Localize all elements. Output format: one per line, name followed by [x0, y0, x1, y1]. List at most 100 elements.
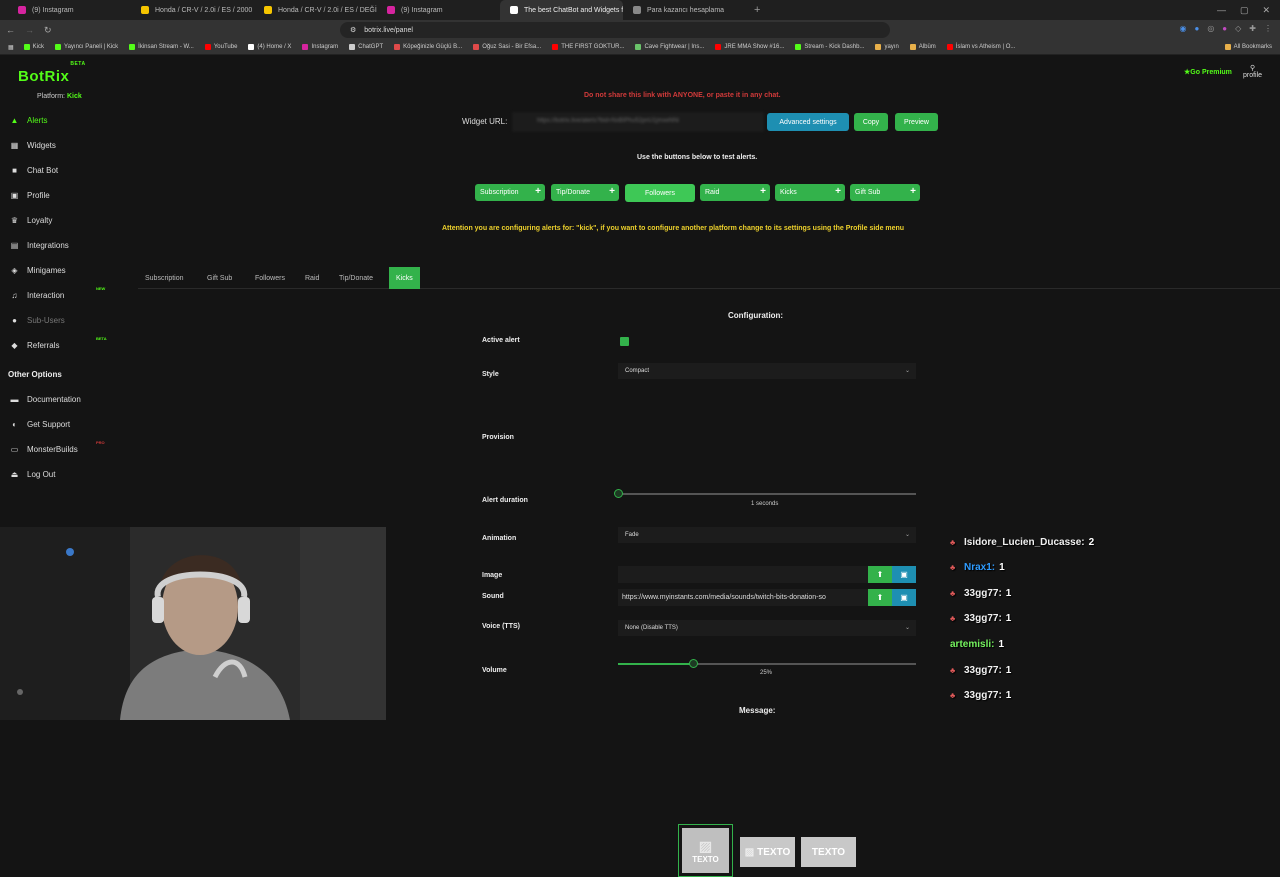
sidebar-item-get-support[interactable]: ◐ Get Support: [10, 414, 130, 434]
minimize-icon[interactable]: —: [1217, 5, 1226, 16]
bookmark-item[interactable]: YouTube: [204, 44, 237, 50]
sidebar-item-referrals[interactable]: ◆ Referrals: [10, 335, 130, 355]
maximize-icon[interactable]: ▢: [1240, 5, 1249, 16]
copy-button[interactable]: Copy: [854, 113, 888, 131]
image-input[interactable]: [618, 566, 868, 583]
site-info-icon[interactable]: ⚙: [350, 26, 356, 34]
sidebar-item-sub-users[interactable]: ● Sub-Users: [10, 310, 130, 330]
browser-tab[interactable]: Para kazancı hesaplama: [623, 0, 746, 20]
bookmark-item[interactable]: yayın: [875, 44, 899, 50]
bookmark-favicon-icon: [55, 44, 62, 50]
sidebar-item-log-out[interactable]: ⏏ Log Out: [10, 464, 130, 484]
bookmark-item[interactable]: Instagram: [302, 44, 338, 50]
upload-icon: ⬆: [876, 593, 884, 602]
upload-sound-button[interactable]: ⬆: [868, 589, 892, 606]
browser-tab[interactable]: (9) Instagram: [8, 0, 131, 20]
style-select[interactable]: Compact ⌄: [618, 363, 916, 379]
bookmark-item[interactable]: Cave Fightwear | Ins...: [635, 44, 704, 50]
voice-tts-select[interactable]: None (Disable TTS) ⌄: [618, 620, 916, 636]
extension-icon[interactable]: ◎: [1207, 24, 1214, 33]
extension-icon[interactable]: ◇: [1235, 24, 1241, 33]
bookmark-label: (4) Home / X: [257, 44, 292, 50]
apps-icon[interactable]: ▦: [8, 44, 14, 51]
profile-menu[interactable]: ⚲ profile: [1243, 64, 1262, 79]
bookmark-item[interactable]: JRE MMA Show #16...: [715, 44, 784, 50]
browse-image-button[interactable]: ▣: [892, 566, 916, 583]
test-followers-button[interactable]: Followers: [625, 184, 695, 202]
sound-input[interactable]: https://www.myinstants.com/media/sounds/…: [618, 589, 868, 606]
tab-gift-sub[interactable]: Gift Sub: [200, 267, 239, 289]
bookmark-item[interactable]: (4) Home / X: [248, 44, 291, 50]
puzzle-icon[interactable]: ✚: [1249, 24, 1256, 33]
bookmark-item[interactable]: THE FIRST GOKTUR...: [552, 44, 624, 50]
sidebar-item-loyalty[interactable]: ♛ Loyalty: [10, 210, 130, 230]
back-icon[interactable]: ←: [6, 25, 15, 35]
test-raid-button[interactable]: Raid +: [700, 184, 770, 201]
tab-kicks[interactable]: Kicks: [389, 267, 420, 289]
test-tip-donate-button[interactable]: Tip/Donate +: [551, 184, 619, 201]
browser-tab[interactable]: The best ChatBot and Widgets f✕: [500, 0, 623, 20]
new-tab-button[interactable]: +: [746, 4, 768, 16]
favicon-icon: [18, 6, 26, 14]
slider-handle[interactable]: [614, 489, 623, 498]
bookmark-item[interactable]: Stream - Kick Dashb...: [795, 44, 864, 50]
tab-tip-donate[interactable]: Tip/Donate: [332, 267, 380, 289]
sidebar-item-interaction[interactable]: ♫ Interaction: [10, 285, 130, 305]
go-premium-link[interactable]: ★Go Premium: [1184, 68, 1232, 76]
bookmark-item[interactable]: Albüm: [909, 44, 936, 50]
tab-raid[interactable]: Raid: [298, 267, 326, 289]
extension-icon[interactable]: ●: [1222, 24, 1227, 33]
browser-tab[interactable]: Honda / CR-V / 2.0i / ES / DEĞİŞEN: [254, 0, 377, 20]
test-gift-sub-button[interactable]: Gift Sub +: [850, 184, 920, 201]
alert-type-tabs: Subscription Gift Sub Followers Raid Tip/Don…: [138, 267, 1280, 289]
menu-icon[interactable]: ⋮: [1264, 24, 1272, 33]
kick-gift-icon: ♣: [950, 691, 956, 701]
advanced-settings-button[interactable]: Advanced settings: [767, 113, 849, 131]
alert-duration-slider[interactable]: [614, 489, 916, 498]
botrix-logo[interactable]: BotRixBETA: [18, 61, 85, 85]
sidebar-item-profile[interactable]: ▣ Profile: [10, 185, 130, 205]
sidebar-item-alerts[interactable]: ▲ Alerts: [10, 110, 130, 130]
bookmark-item[interactable]: Oğuz Sasi - Bir Efsa...: [473, 44, 541, 50]
test-subscription-button[interactable]: Subscription +: [475, 184, 545, 201]
tab-subscription[interactable]: Subscription: [138, 267, 191, 289]
forward-icon[interactable]: →: [25, 25, 34, 35]
slider-handle[interactable]: [689, 659, 698, 668]
address-bar[interactable]: ⚙ botrix.live/panel: [340, 22, 890, 38]
sidebar-item-label: Widgets: [27, 140, 56, 150]
widget-url-field[interactable]: https://botrix.live/alerts?bid=NxBIPhu52…: [512, 112, 764, 132]
sidebar-item-minigames[interactable]: ◈ Minigames: [10, 260, 130, 280]
browse-sound-button[interactable]: ▣: [892, 589, 916, 606]
browser-tab[interactable]: (9) Instagram: [377, 0, 500, 20]
bookmark-item[interactable]: Yayıncı Paneli | Kick: [55, 44, 118, 50]
provision-option-side[interactable]: ▨ TEXTO: [740, 837, 795, 867]
close-icon[interactable]: ✕: [1262, 5, 1270, 16]
sidebar-item-documentation[interactable]: ▬ Documentation: [10, 389, 130, 409]
bookmark-favicon-icon: [129, 44, 136, 50]
animation-select[interactable]: Fade ⌄: [618, 527, 916, 543]
extension-icon[interactable]: ●: [1194, 24, 1199, 33]
volume-slider[interactable]: [618, 659, 916, 668]
bookmark-item[interactable]: ChatGPT: [349, 44, 383, 50]
reload-icon[interactable]: ↻: [44, 25, 52, 36]
all-bookmarks[interactable]: All Bookmarks: [1224, 44, 1272, 50]
bookmark-item[interactable]: Köpeğinizle Güçlü B...: [394, 44, 462, 50]
sidebar-item-monsterbuilds[interactable]: ▭ MonsterBuilds: [10, 439, 130, 459]
sidebar-item-chat-bot[interactable]: ■ Chat Bot: [10, 160, 130, 180]
provision-option-overlay[interactable]: TEXTO: [801, 837, 856, 867]
bookmark-item[interactable]: Kick: [23, 44, 44, 50]
bookmark-favicon-icon: [875, 44, 882, 50]
provision-option-stacked[interactable]: ▨ TEXTO: [678, 824, 733, 877]
extension-icon[interactable]: ◉: [1179, 24, 1186, 33]
sidebar-item-widgets[interactable]: ▦ Widgets: [10, 135, 130, 155]
sidebar-item-integrations[interactable]: ▤ Integrations: [10, 235, 130, 255]
tab-followers[interactable]: Followers: [248, 267, 292, 289]
bookmark-item[interactable]: İkinsan Stream - W...: [129, 44, 194, 50]
plus-icon: +: [910, 186, 916, 197]
upload-image-button[interactable]: ⬆: [868, 566, 892, 583]
browser-tab[interactable]: Honda / CR-V / 2.0i / ES / 2000 mo: [131, 0, 254, 20]
bookmark-item[interactable]: İslam vs Atheism | O...: [946, 44, 1015, 50]
active-alert-checkbox[interactable]: [620, 337, 629, 346]
test-kicks-button[interactable]: Kicks +: [775, 184, 845, 201]
preview-button[interactable]: Preview: [895, 113, 938, 131]
